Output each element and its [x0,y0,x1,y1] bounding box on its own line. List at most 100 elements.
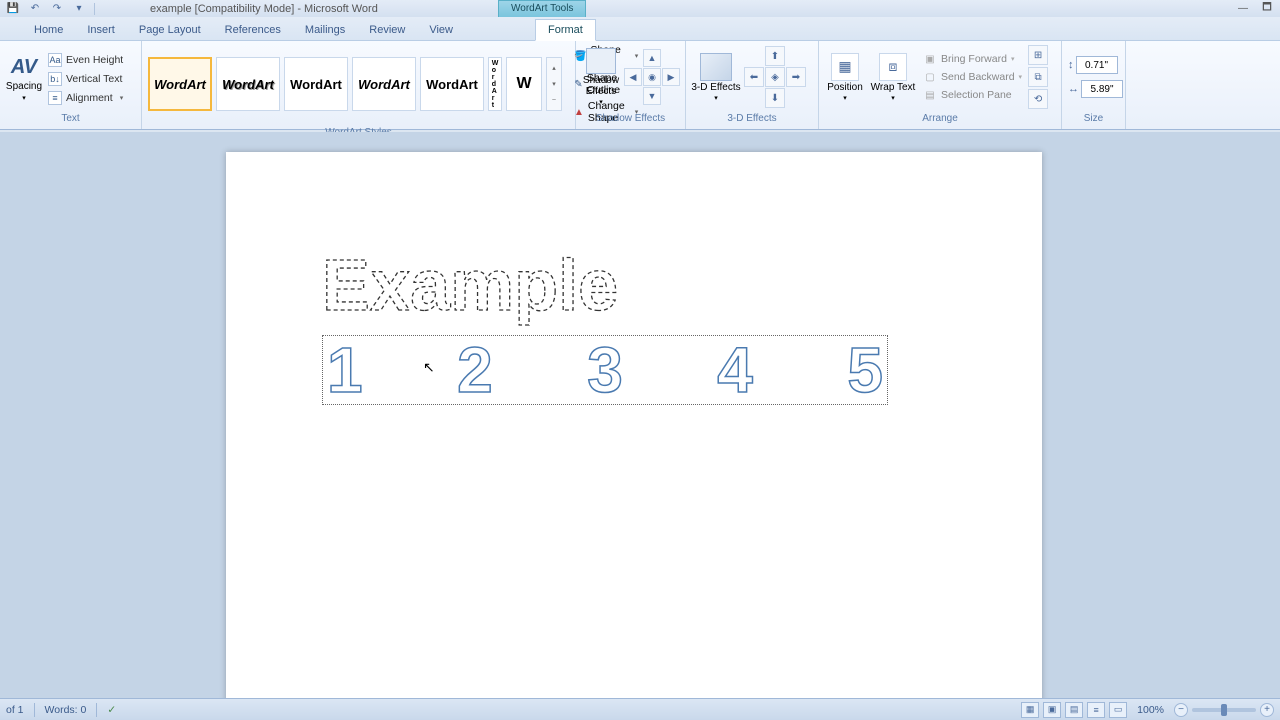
tab-insert[interactable]: Insert [75,20,127,40]
digit-4: 4 [717,333,753,407]
restore-button[interactable]: 🗖 [1258,3,1276,15]
alignment-icon: ≡ [48,91,62,105]
tab-references[interactable]: References [213,20,293,40]
style-thumb-1[interactable]: WordArt [148,57,212,111]
zoom-out-button[interactable]: − [1174,703,1188,717]
spacing-icon: AV [11,56,37,79]
view-full-screen[interactable]: ▣ [1043,702,1061,718]
style-gallery: WordArt WordArt WordArt WordArt WordArt … [144,53,566,115]
shadow-nudge-grid: ▲ ◀ ◉ ▶ ▼ [624,49,680,105]
tilt-right[interactable]: ➡ [786,67,806,87]
vertical-text-button[interactable]: b↓ Vertical Text [46,71,125,87]
view-web-layout[interactable]: ▤ [1065,702,1083,718]
view-draft[interactable]: ▭ [1109,702,1127,718]
position-icon: ▦ [831,53,859,81]
word-count[interactable]: Words: 0 [45,704,87,716]
group-text: AV Spacing ▾ Aa Even Height b↓ Vertical … [0,41,142,129]
ribbon: AV Spacing ▾ Aa Even Height b↓ Vertical … [0,41,1280,130]
tab-format[interactable]: Format [535,19,596,41]
bring-forward-button[interactable]: ▣ Bring Forward ▾ [921,51,1024,67]
zoom-in-button[interactable]: + [1260,703,1274,717]
nudge-up[interactable]: ▲ [643,49,661,67]
view-print-layout[interactable]: ▦ [1021,702,1039,718]
nudge-right[interactable]: ▶ [662,68,680,86]
view-outline[interactable]: ≡ [1087,702,1105,718]
group-arrange: ▦ Position ▾ ⧈ Wrap Text ▾ ▣ Bring Forwa… [819,41,1062,129]
group-label-arrange: Arrange [819,113,1061,129]
tab-home[interactable]: Home [22,20,75,40]
minimize-button[interactable]: — [1234,3,1252,15]
status-bar: of 1 Words: 0 ✓ ▦ ▣ ▤ ≡ ▭ 100% − + [0,698,1280,720]
tilt-toggle[interactable]: ◈ [765,67,785,87]
alignment-button[interactable]: ≡ Alignment ▾ [46,90,125,106]
selection-pane-icon: ▤ [923,88,937,102]
width-input[interactable] [1081,80,1123,98]
tab-page-layout[interactable]: Page Layout [127,20,213,40]
undo-button[interactable]: ↶ [26,2,44,16]
even-height-button[interactable]: Aa Even Height [46,52,125,68]
vertical-text-icon: b↓ [48,72,62,86]
wrap-text-icon: ⧈ [879,53,907,81]
tilt-down[interactable]: ⬇ [765,88,785,108]
shadow-icon [586,48,616,74]
page-indicator[interactable]: of 1 [6,704,24,716]
rotate-button[interactable]: ⟲ [1028,89,1048,109]
group-3d-effects: 3-D Effects ▾ ⬆ ⬅ ◈ ➡ ⬇ 3-D Effects [686,41,819,129]
shadow-effects-button[interactable]: Shadow Effects ▾ [578,48,624,106]
spacing-button[interactable]: AV Spacing ▾ [2,52,46,102]
tab-review[interactable]: Review [357,20,417,40]
zoom-slider[interactable] [1192,708,1256,712]
group-label-3d: 3-D Effects [686,113,818,129]
save-icon[interactable]: 💾 [4,2,22,16]
style-thumb-3[interactable]: WordArt [284,57,348,111]
contextual-tab-label: WordArt Tools [498,0,586,17]
style-thumb-6[interactable]: WordArt [488,57,502,111]
svg-text:Example: Example [322,248,618,326]
zoom-level[interactable]: 100% [1137,704,1164,716]
group-label-size: Size [1062,113,1125,129]
gallery-more-button[interactable]: ▴▾⎯ [546,57,562,111]
digit-1: 1 [327,333,363,407]
qat-customize[interactable]: ▾ [70,2,88,16]
tilt-left[interactable]: ⬅ [744,67,764,87]
group-label-text: Text [0,113,141,129]
digit-2: 2 [457,333,493,407]
align-button[interactable]: ⊞ [1028,45,1048,65]
height-icon: ↕ [1068,59,1074,71]
ribbon-tabs: Home Insert Page Layout References Maili… [0,17,1280,41]
style-thumb-7[interactable]: W [506,57,542,111]
tab-mailings[interactable]: Mailings [293,20,357,40]
group-button[interactable]: ⧉ [1028,67,1048,87]
group-shadow-effects: Shadow Effects ▾ ▲ ◀ ◉ ▶ ▼ Shadow Effect… [576,41,686,129]
selection-pane-button[interactable]: ▤ Selection Pane [921,87,1024,103]
style-thumb-5[interactable]: WordArt [420,57,484,111]
digit-3: 3 [587,333,623,407]
group-wordart-styles: WordArt WordArt WordArt WordArt WordArt … [142,41,576,129]
style-thumb-2[interactable]: WordArt [216,57,280,111]
3d-effects-button[interactable]: 3-D Effects ▾ [688,53,744,102]
nudge-down[interactable]: ▼ [643,87,661,105]
quick-access-toolbar: 💾 ↶ ↷ ▾ [0,2,97,16]
position-button[interactable]: ▦ Position ▾ [821,53,869,102]
tilt-grid: ⬆ ⬅ ◈ ➡ ⬇ [744,46,806,108]
send-backward-button[interactable]: ▢ Send Backward ▾ [921,69,1024,85]
window-title: example [Compatibility Mode] - Microsoft… [150,3,378,15]
group-size: ↕ ↔ Size [1062,41,1126,129]
height-input[interactable] [1076,56,1118,74]
style-thumb-4[interactable]: WordArt [352,57,416,111]
bring-forward-icon: ▣ [923,52,937,66]
even-height-icon: Aa [48,53,62,67]
nudge-toggle[interactable]: ◉ [643,68,661,86]
group-label-shadow: Shadow Effects [576,113,685,129]
document-area[interactable]: Example 1 2 3 4 5 ↖ [0,132,1280,698]
wordart-example[interactable]: Example [322,248,888,328]
nudge-left[interactable]: ◀ [624,68,642,86]
width-icon: ↔ [1068,83,1079,95]
redo-button[interactable]: ↷ [48,2,66,16]
wrap-text-button[interactable]: ⧈ Wrap Text ▾ [869,53,917,102]
proofing-icon[interactable]: ✓ [107,704,116,716]
wordart-numbers[interactable]: 1 2 3 4 5 [322,335,888,405]
tilt-up[interactable]: ⬆ [765,46,785,66]
tab-view[interactable]: View [417,20,465,40]
page[interactable]: Example 1 2 3 4 5 ↖ [226,152,1042,698]
